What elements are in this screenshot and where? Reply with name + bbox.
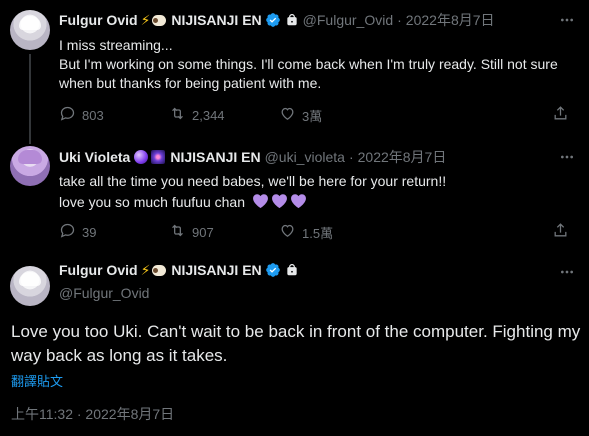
share-button[interactable] <box>552 105 569 125</box>
purple-heart-icon <box>271 194 287 209</box>
reply-icon <box>59 222 76 242</box>
reply-button[interactable]: 803 <box>59 105 169 125</box>
lock-icon <box>285 263 299 277</box>
tweet-date[interactable]: 2022年8月7日 <box>358 147 447 167</box>
retweet-icon <box>169 105 186 125</box>
avatar-uki[interactable] <box>10 146 50 186</box>
sheep-emoji-icon <box>152 264 167 276</box>
share-icon <box>552 105 569 125</box>
author-name[interactable]: Uki Violeta <box>59 149 130 165</box>
author-org[interactable]: NIJISANJI EN <box>170 149 260 165</box>
sheep-emoji-icon <box>152 14 167 26</box>
author-handle[interactable]: @uki_violeta <box>265 149 345 165</box>
author-org[interactable]: NIJISANJI EN <box>171 262 261 278</box>
more-icon[interactable] <box>557 262 577 282</box>
thread-connector <box>29 54 31 144</box>
purple-heart-icon <box>252 194 268 209</box>
like-count: 3萬 <box>302 108 323 124</box>
lightning-emoji-icon: ⚡ <box>140 262 151 278</box>
author-name[interactable]: Fulgur Ovid <box>59 12 138 28</box>
tweet-text: I miss streaming... But I'm working on s… <box>59 36 579 93</box>
tweet-header: Fulgur Ovid ⚡ NIJISANJI EN @Fulgur_Ovid … <box>59 10 495 30</box>
tweet-date[interactable]: 2022年8月7日 <box>406 10 495 30</box>
retweet-count: 2,344 <box>192 107 225 123</box>
avatar-fulgur[interactable] <box>10 266 50 306</box>
reply-icon <box>59 105 76 125</box>
author-org[interactable]: NIJISANJI EN <box>171 12 261 28</box>
purple-heart-icon <box>290 194 306 209</box>
more-icon[interactable] <box>557 147 577 167</box>
tweet-actions: 803 2,344 3萬 <box>59 105 579 125</box>
more-icon[interactable] <box>557 10 577 30</box>
tweet-text-line: But I'm working on some things. I'll com… <box>59 56 558 91</box>
tweet-header: Uki Violeta NIJISANJI EN @uki_violeta · … <box>59 147 446 167</box>
tweet-text-line: love you so much fuufuu chan <box>59 194 246 210</box>
retweet-icon <box>169 222 186 242</box>
tweet-text: take all the time you need babes, we'll … <box>59 172 579 212</box>
share-icon <box>552 222 569 242</box>
verified-badge-icon[interactable] <box>265 262 281 278</box>
like-button[interactable]: 3萬 <box>279 105 389 125</box>
like-icon <box>279 222 296 242</box>
galaxy-icon <box>151 150 166 164</box>
translate-post-link[interactable]: 翻譯貼文 <box>11 371 63 390</box>
tweet-text-line-with-hearts: love you so much fuufuu chan <box>59 193 579 212</box>
crystal-ball-icon <box>134 150 149 164</box>
avatar-fulgur[interactable] <box>10 10 50 50</box>
tweet-text-line: take all the time you need babes, we'll … <box>59 173 447 189</box>
tweet-header: Fulgur Ovid ⚡ NIJISANJI EN <box>59 262 299 278</box>
purple-hearts <box>252 193 307 209</box>
author-handle[interactable]: @Fulgur_Ovid <box>303 12 393 28</box>
tweet-thread: Fulgur Ovid ⚡ NIJISANJI EN @Fulgur_Ovid … <box>0 0 589 436</box>
tweet-text: Love you too Uki. Can't wait to be back … <box>11 322 581 365</box>
reply-count: 39 <box>82 224 97 240</box>
lock-icon <box>285 13 299 27</box>
reply-button[interactable]: 39 <box>59 222 169 242</box>
author-handle[interactable]: @Fulgur_Ovid <box>59 285 149 301</box>
like-icon <box>279 105 296 125</box>
author-name[interactable]: Fulgur Ovid <box>59 262 138 278</box>
tweet-text-line: I miss streaming... <box>59 37 173 53</box>
tweet-focused: Fulgur Ovid ⚡ NIJISANJI EN @Fulgur_Ovid … <box>0 252 589 436</box>
like-count: 1.5萬 <box>302 225 334 241</box>
tweet-timestamp[interactable]: 上午11:32 · 2022年8月7日 <box>11 404 174 424</box>
retweet-button[interactable]: 907 <box>169 222 279 242</box>
retweet-count: 907 <box>192 224 214 240</box>
like-button[interactable]: 1.5萬 <box>279 222 389 242</box>
tweet-fulgur-original[interactable]: Fulgur Ovid ⚡ NIJISANJI EN @Fulgur_Ovid … <box>0 0 589 144</box>
retweet-button[interactable]: 2,344 <box>169 105 279 125</box>
verified-badge-icon[interactable] <box>265 12 281 28</box>
reply-count: 803 <box>82 107 104 123</box>
separator-dot: · <box>348 149 354 165</box>
separator-dot: · <box>397 12 402 28</box>
tweet-uki-reply[interactable]: Uki Violeta NIJISANJI EN @uki_violeta · … <box>0 140 589 252</box>
lightning-emoji-icon: ⚡ <box>140 12 151 28</box>
tweet-actions: 39 907 1.5萬 <box>59 222 579 242</box>
share-button[interactable] <box>552 222 569 242</box>
